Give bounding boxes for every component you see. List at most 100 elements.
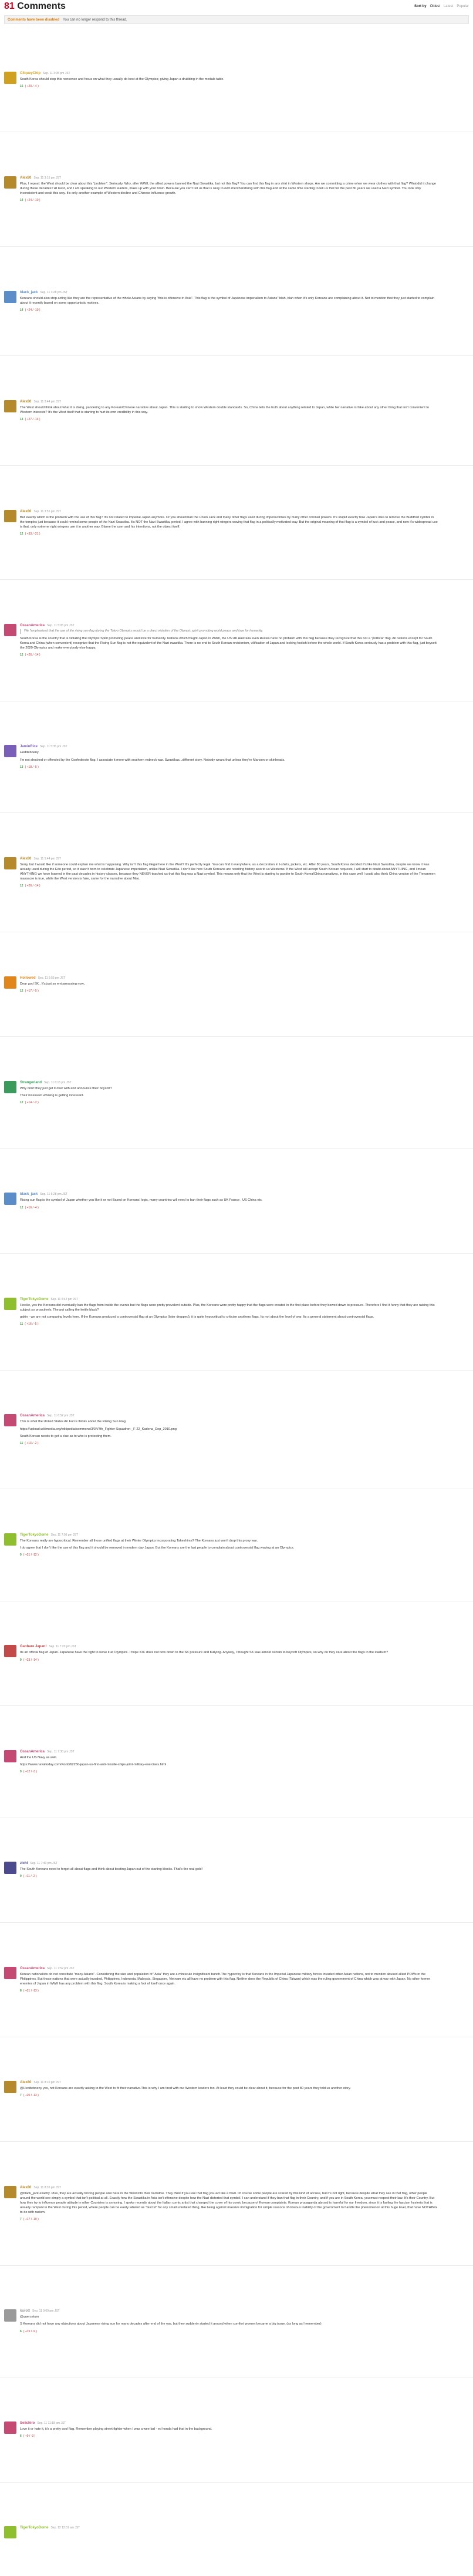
comment-username[interactable]: Ganbare Japan! (20, 1645, 46, 1648)
vote-score[interactable]: 14 (20, 308, 23, 312)
vote-breakdown: ( +24 / -10 ) (25, 199, 40, 203)
vote-score[interactable]: 9 (20, 1770, 22, 1774)
user-avatar[interactable] (4, 624, 16, 637)
comment-username[interactable]: OssanAmerica (20, 1414, 45, 1418)
comment-username[interactable]: Alex80 (20, 857, 31, 861)
comment-body: But exactly which is the problem with th… (20, 515, 438, 529)
sort-oldest[interactable]: Oldest (430, 5, 440, 8)
comment-body: @Heddeboeny yes, not Koreans are exactly… (20, 2086, 438, 2091)
comment-votes: 7( +20 / -13 ) (20, 2094, 438, 2097)
comment-timestamp: Sep. 11 5:05 pm JST (47, 624, 75, 628)
comment-username[interactable]: CliqueyChip (20, 72, 40, 75)
comment-paragraph: Koreans should also stop acting like the… (20, 296, 435, 305)
comment-meta: OssanAmerica Sep. 11 6:52 pm JST (20, 1414, 438, 1418)
user-avatar[interactable] (4, 1645, 16, 1658)
vote-score[interactable]: 9 (20, 1658, 22, 1662)
comment-item: TigerTokyoDome Sep. 12 12:01 am JST (0, 2483, 473, 2574)
comment-username[interactable]: OssanAmerica (20, 624, 45, 627)
user-avatar[interactable] (4, 71, 16, 84)
user-avatar[interactable] (4, 400, 16, 413)
user-avatar[interactable] (4, 2309, 16, 2322)
comment-paragraph: South Korea should stop this nonsense an… (20, 77, 224, 81)
user-avatar[interactable] (4, 1749, 16, 1762)
comment-username[interactable]: Alex80 (20, 2186, 31, 2189)
vote-score[interactable]: 12 (20, 532, 23, 536)
comment-paragraph: The Koreans really are hypocritical. Rem… (20, 1539, 258, 1543)
comment-username[interactable]: Hollowed (20, 976, 36, 980)
comment-username[interactable]: Alex80 (20, 2081, 31, 2084)
comment-username[interactable]: OssanAmerica (20, 1750, 45, 1754)
vote-score[interactable]: 14 (20, 199, 23, 202)
user-avatar[interactable] (4, 2526, 16, 2539)
comment-username[interactable]: Alex80 (20, 510, 31, 513)
comment-username[interactable]: black_jack (20, 291, 38, 294)
comment-username[interactable]: Seiichiro (20, 2421, 35, 2425)
user-avatar[interactable] (4, 2421, 16, 2434)
user-avatar[interactable] (4, 290, 16, 303)
user-avatar[interactable] (4, 2081, 16, 2094)
user-avatar[interactable] (4, 1533, 16, 1546)
vote-score[interactable]: 6 (20, 2330, 22, 2333)
comment-timestamp: Sep. 11 3:15 pm JST (33, 176, 61, 180)
vote-score[interactable]: 7 (20, 2094, 22, 2097)
comment-paragraph: And the US Navy as well. (20, 1755, 58, 1759)
user-avatar[interactable] (4, 509, 16, 522)
comment-username[interactable]: kurott (20, 2309, 30, 2313)
user-avatar[interactable] (4, 1081, 16, 1093)
comment-username[interactable]: TigerTokyoDome (20, 2526, 48, 2530)
vote-score[interactable]: 12 (20, 884, 23, 888)
vote-score[interactable]: 13 (20, 765, 23, 769)
vote-score[interactable]: 12 (20, 1206, 23, 1210)
comment-meta: zichi Sep. 11 7:40 pm JST (20, 1862, 438, 1865)
user-avatar[interactable] (4, 1862, 16, 1875)
comment-username[interactable]: black_jack (20, 1193, 38, 1196)
user-avatar[interactable] (4, 745, 16, 758)
comment-paragraph: @black_jack exactly. Plus, they are actu… (20, 2191, 437, 2215)
comment-username[interactable]: Alex80 (20, 400, 31, 404)
vote-score[interactable]: 12 (20, 653, 23, 657)
sort-latest[interactable]: Latest (444, 5, 453, 8)
vote-breakdown: ( +16 / -4 ) (25, 1205, 39, 1210)
vote-score[interactable]: 12 (20, 989, 23, 993)
vote-score[interactable]: 13 (20, 418, 23, 421)
user-avatar[interactable] (4, 1193, 16, 1205)
comment-votes: 11( +16 / -5 ) (20, 1322, 438, 1326)
vote-score[interactable]: 16 (20, 85, 23, 88)
comment-username[interactable]: Alex80 (20, 176, 31, 180)
comment-votes: 11( +13 / -2 ) (20, 1442, 438, 1445)
comment-username[interactable]: Strangerland (20, 1081, 42, 1084)
vote-breakdown: ( +27 / -14 ) (25, 418, 40, 422)
sort-popular[interactable]: Popular (457, 5, 469, 8)
comment-username[interactable]: OssanAmerica (20, 1967, 45, 1970)
comment-paragraph: Korean nationalists do not constitute "m… (20, 1972, 430, 1986)
comment-paragraph: This is what the United States Air Force… (20, 1420, 126, 1424)
vote-breakdown: ( +15 / -9 ) (23, 2329, 37, 2333)
vote-score[interactable]: 7 (20, 2218, 22, 2221)
user-avatar[interactable] (4, 1966, 16, 1979)
comment-username[interactable]: TigerTokyoDome (20, 1533, 48, 1537)
user-avatar[interactable] (4, 976, 16, 989)
user-avatar[interactable] (4, 1414, 16, 1427)
comment-paragraph: Why don't they just get it over with and… (20, 1087, 112, 1090)
user-avatar[interactable] (4, 1297, 16, 1310)
vote-score[interactable]: 9 (20, 1553, 22, 1557)
comment-username[interactable]: zichi (20, 1862, 28, 1865)
comment-timestamp: Sep. 11 5:35 pm JST (40, 745, 67, 749)
vote-score[interactable]: 8 (20, 1989, 22, 1993)
comment-username[interactable]: TigerTokyoDome (20, 1298, 48, 1301)
vote-score[interactable]: 11 (20, 1442, 23, 1445)
vote-breakdown: ( +33 / -21 ) (25, 532, 40, 536)
vote-score[interactable]: 12 (20, 1101, 23, 1104)
vote-breakdown: ( +20 / -13 ) (23, 2094, 39, 2098)
vote-score[interactable]: 6 (20, 2434, 22, 2438)
user-avatar[interactable] (4, 2185, 16, 2198)
comment-body: Love it or hate it, it's a pretty cool f… (20, 2427, 438, 2431)
comment-paragraph: S Koreans did not have any objections ab… (20, 2322, 322, 2326)
user-avatar[interactable] (4, 176, 16, 189)
comment-username[interactable]: JaminRice (20, 745, 38, 748)
user-avatar[interactable] (4, 857, 16, 869)
comment-timestamp: Sep. 11 9:09 pm JST (32, 2309, 60, 2313)
vote-score[interactable]: 9 (20, 1875, 22, 1878)
vote-breakdown: ( +24 / -10 ) (25, 308, 40, 312)
vote-score[interactable]: 11 (20, 1322, 23, 1326)
